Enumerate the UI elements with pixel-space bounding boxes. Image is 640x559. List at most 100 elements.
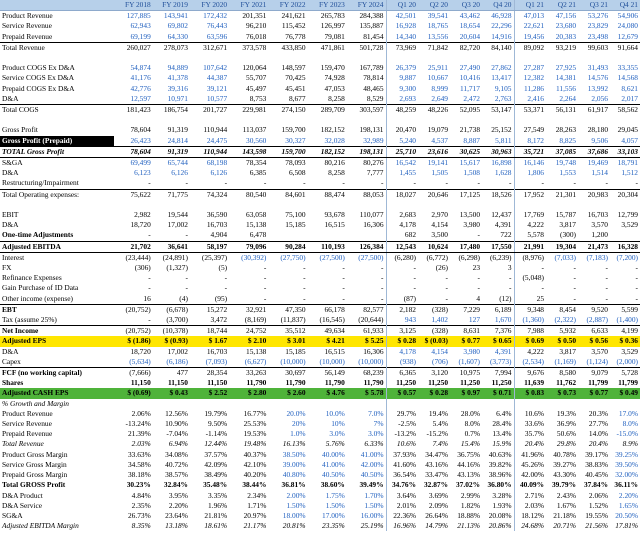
value-cell[interactable]: 5,599: [610, 303, 640, 316]
col-header[interactable]: FY 2021: [229, 0, 269, 12]
value-cell[interactable]: 13,500: [450, 210, 482, 220]
value-cell[interactable]: 79,096: [229, 240, 269, 253]
value-cell[interactable]: 32.87%: [418, 480, 450, 490]
value-cell[interactable]: (10,378): [152, 325, 190, 337]
value-cell[interactable]: 9,300: [385, 83, 419, 94]
value-cell[interactable]: [114, 53, 153, 63]
value-cell[interactable]: [268, 115, 307, 125]
value-cell[interactable]: 11,799: [610, 378, 640, 388]
value-cell[interactable]: 19.3%: [546, 409, 578, 419]
value-cell[interactable]: -: [546, 178, 578, 189]
value-cell[interactable]: 40.09%: [513, 480, 547, 491]
value-cell[interactable]: 8,887: [450, 136, 482, 147]
row-label[interactable]: Adjusted CASH EPS: [0, 388, 114, 399]
row-label[interactable]: EBT: [0, 303, 114, 316]
value-cell[interactable]: 26,423: [114, 136, 153, 147]
value-cell[interactable]: 20.4%: [513, 439, 547, 450]
value-cell[interactable]: -: [482, 273, 514, 283]
value-cell[interactable]: 3,529: [610, 220, 640, 230]
value-cell[interactable]: -13.24%: [114, 419, 153, 429]
value-cell[interactable]: 47,053: [308, 84, 347, 94]
value-cell[interactable]: [450, 53, 482, 63]
value-cell[interactable]: -: [229, 283, 268, 293]
value-cell[interactable]: 9.50%: [190, 419, 229, 429]
value-cell[interactable]: -15.0%: [610, 429, 640, 439]
value-cell[interactable]: 14.0%: [578, 429, 610, 439]
value-cell[interactable]: 16,515: [308, 347, 347, 357]
value-cell[interactable]: [114, 399, 153, 409]
value-cell[interactable]: [513, 199, 547, 211]
value-cell[interactable]: 6,123: [114, 168, 153, 178]
value-cell[interactable]: 25: [513, 293, 547, 305]
value-cell[interactable]: 3,817: [546, 347, 578, 357]
value-cell[interactable]: [385, 53, 419, 64]
value-cell[interactable]: 70,425: [268, 73, 307, 83]
value-cell[interactable]: 107,642: [190, 63, 229, 73]
value-cell[interactable]: 2.06%: [578, 491, 610, 501]
value-cell[interactable]: 91,664: [610, 41, 640, 54]
value-cell[interactable]: 68,239: [346, 367, 387, 379]
value-cell[interactable]: 1,508: [450, 168, 482, 178]
value-cell[interactable]: 34.76%: [385, 480, 419, 491]
value-cell[interactable]: -: [308, 283, 347, 293]
value-cell[interactable]: 12,543: [385, 240, 419, 253]
value-cell[interactable]: (6,627): [229, 357, 268, 368]
col-header[interactable]: FY 2020: [189, 0, 230, 12]
value-cell[interactable]: 11,556: [546, 84, 578, 94]
value-cell[interactable]: 3,472: [190, 315, 229, 326]
value-cell[interactable]: 58,197: [189, 240, 230, 253]
value-cell[interactable]: 34.08%: [153, 450, 190, 460]
value-cell[interactable]: [578, 200, 610, 210]
value-cell[interactable]: -: [153, 273, 190, 283]
value-cell[interactable]: 36.9%: [546, 419, 578, 429]
value-cell[interactable]: 42.00%: [347, 460, 386, 470]
value-cell[interactable]: 3.69%: [418, 491, 450, 501]
value-cell[interactable]: -: [268, 178, 307, 189]
value-cell[interactable]: (11,837): [268, 315, 307, 326]
value-cell[interactable]: $ 2.80: [229, 388, 269, 399]
value-cell[interactable]: (1,124): [578, 357, 610, 368]
value-cell[interactable]: 2,982: [114, 210, 153, 220]
value-cell[interactable]: (6,298): [450, 252, 482, 263]
value-cell[interactable]: 40.50%: [308, 470, 347, 480]
value-cell[interactable]: 22.36%: [385, 510, 419, 522]
value-cell[interactable]: [546, 399, 578, 409]
value-cell[interactable]: 23,680: [546, 21, 578, 31]
value-cell[interactable]: (938): [385, 356, 419, 368]
value-cell[interactable]: [347, 230, 386, 241]
value-cell[interactable]: [153, 115, 190, 125]
value-cell[interactable]: [114, 115, 153, 125]
value-cell[interactable]: $ (0.69): [113, 388, 153, 399]
value-cell[interactable]: 80,276: [347, 158, 386, 169]
value-cell[interactable]: 20,646: [418, 188, 451, 200]
value-cell[interactable]: 8,580: [546, 367, 579, 379]
value-cell[interactable]: 74,928: [308, 73, 347, 83]
row-label[interactable]: Total Operating expenses:: [0, 188, 114, 200]
value-cell[interactable]: $ 0.73: [546, 388, 579, 399]
value-cell[interactable]: 21,301: [546, 188, 579, 200]
value-cell[interactable]: [482, 399, 514, 409]
value-cell[interactable]: [153, 399, 190, 409]
value-cell[interactable]: 4,178: [385, 220, 419, 231]
value-cell[interactable]: 47,156: [546, 11, 578, 22]
value-cell[interactable]: 39.00%: [268, 460, 307, 470]
value-cell[interactable]: [308, 399, 347, 409]
value-cell[interactable]: 201,727: [189, 104, 230, 116]
value-cell[interactable]: 10,577: [190, 94, 229, 105]
value-cell[interactable]: (5,048): [513, 273, 547, 284]
value-cell[interactable]: 74,324: [189, 188, 230, 200]
value-cell[interactable]: 22,296: [482, 21, 514, 31]
value-cell[interactable]: 40.78%: [546, 450, 578, 460]
value-cell[interactable]: 53,147: [482, 104, 515, 116]
value-cell[interactable]: 15.9%: [482, 439, 514, 449]
value-cell[interactable]: 26.64%: [418, 511, 450, 521]
value-cell[interactable]: 43.30%: [546, 470, 578, 480]
value-cell[interactable]: 2,416: [513, 93, 547, 105]
value-cell[interactable]: [546, 53, 578, 63]
value-cell[interactable]: 18,720: [114, 347, 153, 357]
value-cell[interactable]: 27,490: [450, 63, 482, 73]
value-cell[interactable]: $ 0.28: [385, 336, 419, 347]
value-cell[interactable]: (7,183): [578, 252, 610, 263]
value-cell[interactable]: 3.95%: [153, 491, 190, 501]
value-cell[interactable]: 20.08%: [482, 511, 514, 521]
